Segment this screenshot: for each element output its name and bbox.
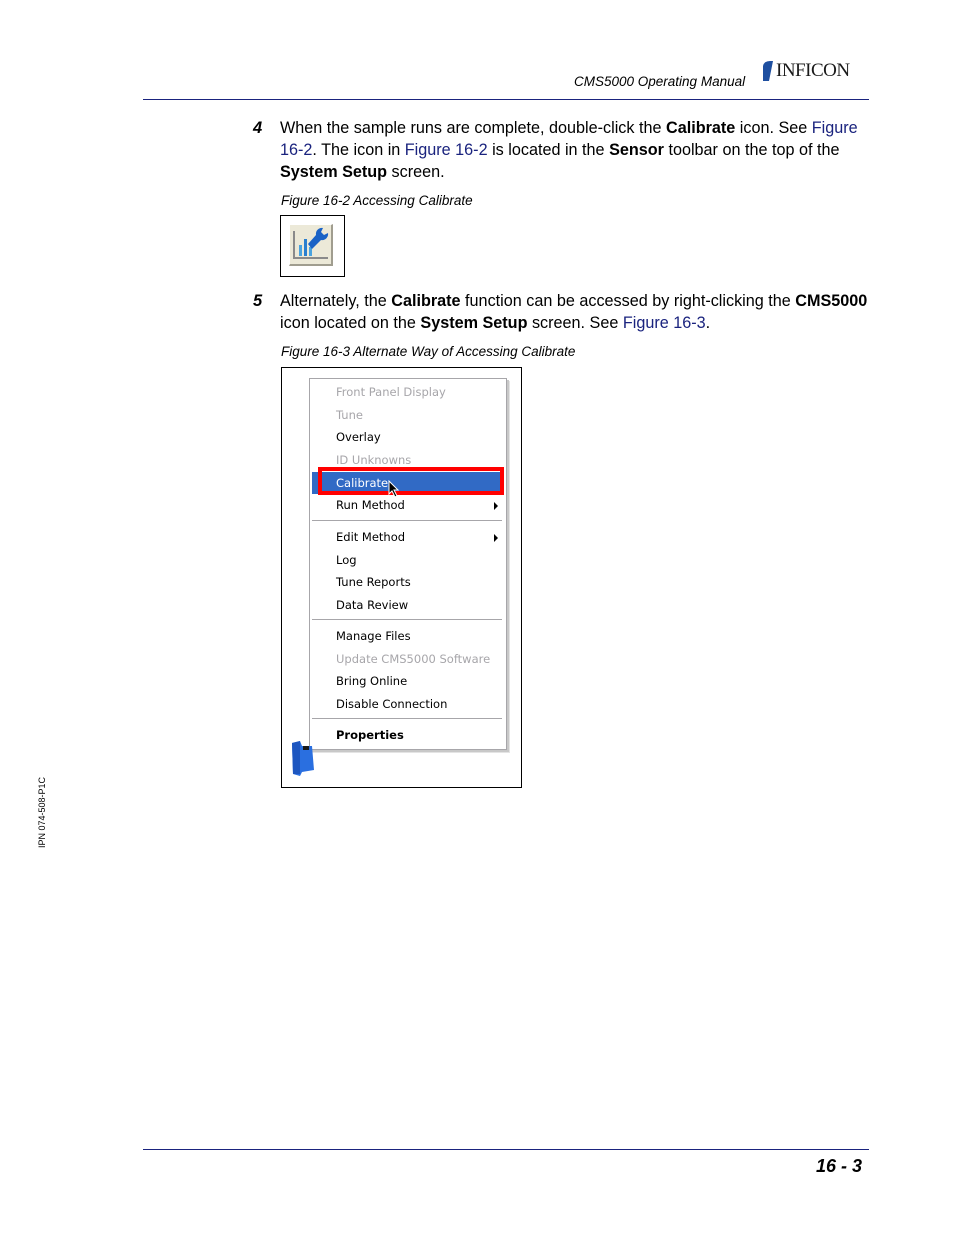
step-text: screen.	[387, 163, 445, 181]
logo-mark-icon	[760, 60, 774, 82]
step-text: icon. See	[735, 119, 812, 137]
menu-item-overlay[interactable]: Overlay	[312, 426, 504, 448]
step-bold: Calibrate	[391, 292, 461, 310]
document-ipn: IPN 074-508-P1C	[37, 776, 47, 848]
cms5000-device-icon[interactable]	[290, 740, 318, 783]
step-number: 5	[253, 292, 263, 310]
inficon-logo: INFICON	[760, 58, 850, 84]
manual-title: CMS5000 Operating Manual	[574, 74, 746, 89]
context-menu: Front Panel Display Tune Overlay ID Unkn…	[309, 378, 507, 750]
mouse-pointer-icon	[388, 479, 400, 503]
figure-caption: Figure 16-3 Alternate Way of Accessing C…	[281, 344, 576, 359]
menu-item-disable-connection[interactable]: Disable Connection	[312, 693, 504, 715]
step-bold: Sensor	[609, 141, 664, 159]
step-5: 5 Alternately, the Calibrate function ca…	[253, 290, 880, 334]
menu-item-tune-reports[interactable]: Tune Reports	[312, 571, 504, 593]
step-text: function can be accessed by right-clicki…	[460, 292, 796, 310]
step-bold: CMS5000	[795, 292, 868, 310]
step-4: 4 When the sample runs are complete, dou…	[253, 117, 880, 183]
step-text: Alternately, the	[280, 292, 392, 310]
step-text: icon located on the	[280, 314, 421, 332]
calibrate-icon	[293, 227, 329, 259]
menu-item-tune: Tune	[336, 408, 363, 422]
figure-caption: Figure 16-2 Accessing Calibrate	[281, 193, 473, 208]
submenu-arrow-icon	[494, 534, 498, 542]
submenu-arrow-icon	[494, 502, 498, 510]
highlight-box	[318, 467, 504, 495]
menu-item-log[interactable]: Log	[312, 549, 504, 571]
logo-text: INFICON	[776, 60, 850, 81]
menu-item-manage-files[interactable]: Manage Files	[312, 625, 504, 647]
step-text: is located in the	[487, 141, 610, 159]
menu-item-label: Edit Method	[336, 530, 406, 544]
menu-item-update-software: Update CMS5000 Software	[336, 652, 491, 666]
step-text: toolbar on the top of the	[663, 141, 840, 159]
step-text: . The icon in	[312, 141, 405, 159]
figure-link[interactable]: Figure 16-3	[623, 314, 706, 332]
menu-item-front-panel-display: Front Panel Display	[336, 385, 446, 399]
menu-separator	[312, 718, 502, 720]
menu-separator	[312, 619, 502, 621]
figure-16-3: Front Panel Display Tune Overlay ID Unkn…	[281, 367, 522, 788]
calibrate-button[interactable]	[289, 224, 333, 266]
menu-item-data-review[interactable]: Data Review	[312, 594, 504, 616]
header-rule	[143, 99, 869, 100]
menu-item-bring-online[interactable]: Bring Online	[312, 670, 504, 692]
menu-item-properties[interactable]: Properties	[312, 724, 504, 746]
step-number: 4	[253, 119, 263, 137]
step-text: screen. See	[527, 314, 623, 332]
menu-separator	[312, 520, 502, 522]
menu-item-edit-method[interactable]: Edit Method	[312, 526, 504, 548]
menu-item-run-method[interactable]: Run Method	[312, 494, 504, 516]
step-bold: Calibrate	[666, 119, 736, 137]
step-text: .	[705, 314, 711, 332]
figure-link[interactable]: Figure 16-2	[405, 141, 488, 159]
step-bold: System Setup	[280, 163, 388, 181]
step-text: When the sample runs are complete, doubl…	[280, 119, 666, 137]
step-bold: System Setup	[420, 314, 528, 332]
figure-16-2	[280, 215, 345, 277]
footer-rule	[143, 1149, 869, 1150]
page-number: 16 - 3	[816, 1156, 863, 1176]
